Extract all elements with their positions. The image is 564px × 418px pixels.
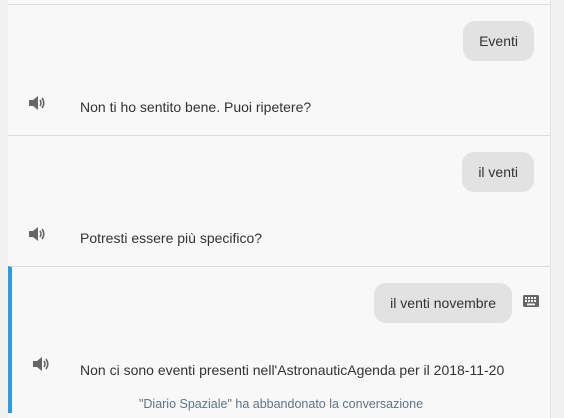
conversation-page: Eventi Non ti ho sentito bene. Puoi ripe… (0, 0, 564, 418)
conversation-turn[interactable]: il venti Potresti essere più specifico? (8, 135, 550, 267)
speaker-icon[interactable] (27, 226, 45, 242)
conversation-pane: Eventi Non ti ho sentito bene. Puoi ripe… (8, 0, 551, 418)
speaker-icon[interactable] (27, 95, 45, 111)
conversation-turn-selected[interactable]: il venti novembre Non ci sono eventi pre… (8, 266, 550, 413)
user-message-bubble: il venti (462, 152, 534, 192)
agent-reply-text: Non ti ho sentito bene. Puoi ripetere? (80, 99, 312, 115)
conversation-turn[interactable]: Eventi Non ti ho sentito bene. Puoi ripe… (8, 4, 550, 136)
user-message-bubble: Eventi (463, 21, 534, 61)
agent-reply-text: Non ci sono eventi presenti nell'Astrona… (80, 362, 505, 378)
conversation-status: "Diario Spaziale" ha abbandonato la conv… (138, 397, 424, 411)
user-message-bubble: il venti novembre (374, 283, 512, 323)
speaker-icon[interactable] (31, 356, 49, 372)
agent-reply-text: Potresti essere più specifico? (80, 230, 263, 246)
keyboard-icon (523, 295, 539, 307)
